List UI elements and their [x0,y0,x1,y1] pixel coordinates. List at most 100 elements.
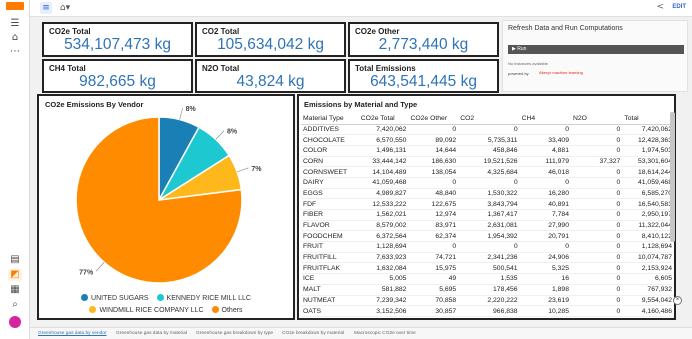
table-cell: 49 [408,273,459,285]
table-cell: 122,675 [408,198,459,210]
chart-icon[interactable]: ◩ [8,269,22,281]
table-scrollbar[interactable] [670,112,675,242]
table-row[interactable]: MALT 581,882 5,695 178,456 1,898 0 767,932 [301,284,674,296]
legend-item[interactable]: Others [211,306,243,314]
table-cell: 15,975 [408,262,459,275]
table-cell: 1,128,694 [622,241,674,253]
table-row[interactable]: CORN 33,444,142 186,630 19,521,526 111,979 37… [301,156,674,168]
table-row[interactable]: FDF 12,533,222 122,675 3,843,794 40,891 0 16,5… [301,198,674,210]
table-cell: 0 [458,124,520,136]
menu-icon[interactable]: ☰ [8,18,22,30]
legend-label: UNITED SUGARS [91,295,149,302]
calendar-icon[interactable]: ▦ [8,284,22,296]
table-cell: FRUITFLAK [301,262,359,275]
column-header[interactable]: CO2e Total [358,114,409,125]
app-logo [6,2,24,10]
table-cell: 12,428,363 [622,134,674,146]
kpi-card-co2e-other: CO2e Other 2,773,440 kg [348,22,499,57]
table-cell: 0 [570,284,623,296]
close-icon[interactable]: × [673,296,682,305]
tab-over-time[interactable]: Macroscopic CO2e over time [354,331,416,336]
legend-item[interactable]: WINDMILL RICE COMPANY LLC [89,306,204,314]
pie-data-label: 8% [227,129,238,136]
table-cell: 2,950,197 [622,209,674,221]
legend-swatch [211,306,219,313]
table-cell: 1,562,021 [358,209,409,221]
pie-leader-line [95,262,105,272]
table-cell: 0 [408,124,459,136]
home-icon[interactable]: ⌂ [8,32,22,44]
table-cell: 11,322,044 [622,220,674,232]
pie-leader-line [179,107,183,120]
table-row[interactable]: CORNSWEET 14,104,489 138,054 4,325,684 46,01… [301,166,674,178]
table-cell: 14,104,489 [358,166,409,178]
table-cell: 41,059,468 [358,177,409,189]
table-row[interactable]: FLAVOR 8,579,002 83,971 2,631,081 27,990 0 11,… [301,220,674,232]
legend-item[interactable]: KENNEDY RICE MILL LLC [156,294,251,302]
legend-item[interactable]: UNITED SUGARS [81,294,149,302]
kpi-value: 105,634,042 kg [217,36,324,53]
tab-co2e-material[interactable]: CO2e breakdown by material [282,331,344,336]
table-row[interactable]: CHOCOLATE 6,570,550 89,092 5,735,311 33,409 0… [301,134,674,146]
table-row[interactable]: EGGS 4,989,827 48,840 1,530,322 16,280 0 6,585… [301,188,674,200]
legend-swatch [156,294,164,301]
table-cell: CORN [301,156,359,168]
table-cell: 7,633,923 [358,252,409,264]
column-header[interactable]: CH4 [519,114,571,125]
table-row[interactable]: OATS 3,152,506 30,857 966,838 10,285 0 4,160,4… [301,305,674,317]
table-cell: 500,541 [458,262,520,275]
pie-chart-svg: 8% 8% 7% 77% [75,106,262,284]
column-header[interactable]: CO2e Other [408,114,459,125]
column-header[interactable]: N2O [570,114,623,125]
table-row[interactable]: COLOR 1,496,131 14,644 458,846 4,881 0 1,974,5… [301,145,674,157]
sidebar-toggle-icon[interactable]: ≡ [40,2,52,14]
user-avatar[interactable] [9,316,21,328]
kpi-value: 43,824 kg [236,73,305,90]
table-cell: 0 [570,166,623,178]
list-icon[interactable]: ▤ [8,254,22,266]
table-row[interactable]: FRUITFILL 7,633,923 74,721 2,341,236 24,906 0… [301,252,674,264]
table-row[interactable]: NUTMEAT 7,239,342 70,858 2,220,222 23,619 0 9,… [301,295,674,307]
table-cell: FIBER [301,209,359,221]
table-cell: 6,372,564 [358,230,409,243]
table-cell: 5,325 [519,262,571,275]
table-row[interactable]: FIBER 1,562,021 12,974 1,367,417 7,784 0 2,950… [301,209,674,221]
legend-label: KENNEDY RICE MILL LLC [166,295,251,302]
column-header[interactable]: Material Type [301,114,359,125]
table-cell: 7,420,062 [358,124,409,136]
column-header[interactable]: Total [622,114,674,125]
table-cell: 5,695 [408,284,459,296]
table-row[interactable]: FOODCHEM 6,372,564 62,374 1,954,392 20,791 0 8… [301,230,674,243]
page-dropdown-icon[interactable]: ⌂▾ [58,2,72,14]
tab-vendor[interactable]: Greenhouse gas data by vendor [38,331,107,336]
table-cell: 0 [570,230,623,243]
table-row[interactable]: ICE 5,005 49 1,535 16 0 6,605 [301,273,674,285]
edit-button[interactable]: EDIT [672,4,686,10]
table-cell: 0 [458,177,520,189]
table-cell: 30,857 [408,305,459,317]
search-icon[interactable]: ⌕ [8,299,22,311]
table-cell: 0 [570,209,623,221]
kpi-card-ch4-total: CH4 Total 982,665 kg [42,59,193,93]
share-icon[interactable]: < [656,2,664,12]
tab-breakdown-type[interactable]: Greenhouse gas breakdown by type [196,331,273,336]
table-row[interactable]: FRUITFLAK 1,632,084 15,975 500,541 5,325 0 2,1… [301,262,674,275]
table-cell: 4,989,827 [358,188,409,200]
table-cell: 16,540,583 [622,198,674,210]
tab-material[interactable]: Greenhouse gas data by material [116,331,187,336]
table-row[interactable]: ADDITIVES 7,420,062 0 0 0 0 7,420,062 [301,124,674,136]
table-row[interactable]: DAIRY 41,059,468 0 0 0 0 41,059,468 [301,177,674,189]
column-header[interactable]: CO2 [458,114,520,125]
pie-chart-panel: CO2e Emissions By Vendor 8% 8% 7% 77% UNITE… [37,94,295,320]
table-row[interactable]: FRUIT 1,128,694 0 0 0 0 1,128,694 [301,241,674,253]
table-cell: 458,846 [458,145,520,157]
table-cell: 2,220,222 [458,295,520,307]
run-button[interactable]: ▶ Run [508,45,684,54]
table-cell: CORNSWEET [301,166,359,178]
table-cell: 0 [519,241,571,253]
table-cell: 5,005 [358,273,409,285]
table-cell: 74,721 [408,252,459,264]
more-icon[interactable]: ⋯ [8,46,22,58]
table-cell: ICE [301,273,359,285]
table-cell: 46,018 [519,166,571,178]
